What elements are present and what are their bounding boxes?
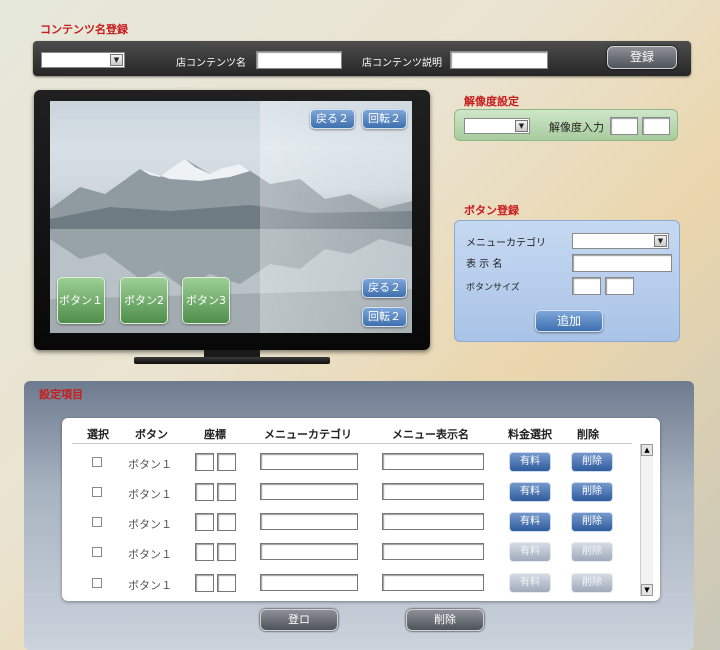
table-scrollbar[interactable]: ▲ ▼ [640,444,653,596]
column-button: ボタン [135,428,168,441]
preview-bottom-back-button[interactable]: 戻る２ [362,278,407,298]
chevron-down-icon: ▼ [515,120,528,132]
resolution-title: 解像度設定 [464,95,519,108]
header-divider [72,443,632,444]
row-x-input[interactable] [195,513,214,531]
preview-screen: 戻る２ 回転２ ボタン１ ボタン2 ボタン3 戻る２ 回転２ [50,101,412,333]
row-button-label: ボタン１ [128,458,172,471]
row-menu-category-input[interactable] [260,543,358,560]
row-fee-button[interactable]: 有料 [509,452,551,472]
preview-monitor: 戻る２ 回転２ ボタン１ ボタン2 ボタン3 戻る２ 回転２ [34,90,430,350]
preview-bottom-rotate-button[interactable]: 回転２ [362,307,407,327]
row-checkbox[interactable] [92,457,102,467]
content-register-bar: ▼ 店コンテンツ名 店コンテンツ説明 登録 [33,41,691,76]
button-size-width-input[interactable] [572,277,601,295]
row-button-label: ボタン１ [128,548,172,561]
row-fee-button[interactable]: 有料 [509,573,551,593]
column-delete: 削除 [577,428,599,441]
table-row: ボタン１ 有料 削除 [62,573,632,595]
content-register-title: コンテンツ名登録 [40,23,128,36]
row-menu-category-input[interactable] [260,483,358,500]
table-row: ボタン１ 有料 削除 [62,452,632,474]
row-menu-category-input[interactable] [260,574,358,591]
menu-category-label: メニューカテゴリ [466,238,546,249]
preview-top-rotate-button[interactable]: 回転２ [362,109,407,129]
store-name-input[interactable] [256,51,342,69]
preview-button-3[interactable]: ボタン3 [182,277,230,324]
row-menu-display-name-input[interactable] [382,543,484,560]
settings-title: 設定項目 [39,388,83,401]
button-size-label: ボタンサイズ [466,283,520,293]
row-y-input[interactable] [217,483,236,501]
column-menu-category: メニューカテゴリ [264,428,352,441]
table-row: ボタン１ 有料 削除 [62,482,632,504]
chevron-down-icon: ▼ [110,54,123,66]
preview-button-1[interactable]: ボタン１ [57,277,105,324]
row-checkbox[interactable] [92,517,102,527]
row-y-input[interactable] [217,543,236,561]
table-row: ボタン１ 有料 削除 [62,542,632,564]
row-menu-display-name-input[interactable] [382,574,484,591]
settings-delete-button[interactable]: 削除 [406,609,484,631]
row-button-label: ボタン１ [128,488,172,501]
arrow-up-icon[interactable]: ▲ [641,444,653,456]
column-select: 選択 [87,428,109,441]
row-checkbox[interactable] [92,547,102,557]
resolution-select[interactable]: ▼ [464,118,530,134]
column-coords: 座標 [204,428,226,441]
row-x-input[interactable] [195,483,214,501]
row-menu-category-input[interactable] [260,453,358,470]
row-y-input[interactable] [217,513,236,531]
display-name-label: 表 示 名 [466,259,503,270]
row-menu-category-input[interactable] [260,513,358,530]
category-select[interactable]: ▼ [41,52,125,68]
resolution-height-input[interactable] [642,117,670,135]
settings-table: 選択 ボタン 座標 メニューカテゴリ メニュー表示名 料金選択 削除 ボタン１ … [62,418,660,601]
resolution-width-input[interactable] [610,117,638,135]
row-x-input[interactable] [195,453,214,471]
row-x-input[interactable] [195,543,214,561]
button-register-panel: メニューカテゴリ ▼ 表 示 名 ボタンサイズ 追加 [454,220,680,342]
row-delete-button[interactable]: 削除 [571,482,613,502]
row-y-input[interactable] [217,574,236,592]
row-delete-button[interactable]: 削除 [571,452,613,472]
settings-register-button[interactable]: 登ロ [260,609,338,631]
row-menu-display-name-input[interactable] [382,513,484,530]
table-row: ボタン１ 有料 削除 [62,512,632,534]
button-register-title: ボタン登録 [464,204,519,217]
chevron-down-icon: ▼ [654,235,667,247]
column-menu-display-name: メニュー表示名 [392,428,469,441]
row-checkbox[interactable] [92,487,102,497]
row-delete-button[interactable]: 削除 [571,573,613,593]
display-name-input[interactable] [572,254,672,272]
resolution-panel: ▼ 解像度入力 [454,109,678,141]
menu-category-select[interactable]: ▼ [572,233,669,249]
row-delete-button[interactable]: 削除 [571,542,613,562]
row-menu-display-name-input[interactable] [382,483,484,500]
settings-panel: 設定項目 選択 ボタン 座標 メニューカテゴリ メニュー表示名 料金選択 削除 … [24,381,694,650]
store-desc-label: 店コンテンツ説明 [362,58,442,69]
row-checkbox[interactable] [92,578,102,588]
row-menu-display-name-input[interactable] [382,453,484,470]
row-fee-button[interactable]: 有料 [509,512,551,532]
add-button[interactable]: 追加 [535,310,603,332]
column-fee-select: 料金選択 [508,428,552,441]
row-button-label: ボタン１ [128,518,172,531]
store-desc-input[interactable] [450,51,548,69]
store-name-label: 店コンテンツ名 [176,58,246,69]
button-size-height-input[interactable] [605,277,634,295]
row-delete-button[interactable]: 削除 [571,512,613,532]
preview-button-2[interactable]: ボタン2 [120,277,168,324]
row-fee-button[interactable]: 有料 [509,542,551,562]
row-x-input[interactable] [195,574,214,592]
arrow-down-icon[interactable]: ▼ [641,584,653,596]
row-y-input[interactable] [217,453,236,471]
row-fee-button[interactable]: 有料 [509,482,551,502]
resolution-input-label: 解像度入力 [549,121,604,134]
monitor-stand-base [134,357,330,364]
screen-glare [260,101,412,333]
register-content-button[interactable]: 登録 [607,46,677,69]
row-button-label: ボタン１ [128,579,172,592]
preview-top-back-button[interactable]: 戻る２ [310,109,355,129]
